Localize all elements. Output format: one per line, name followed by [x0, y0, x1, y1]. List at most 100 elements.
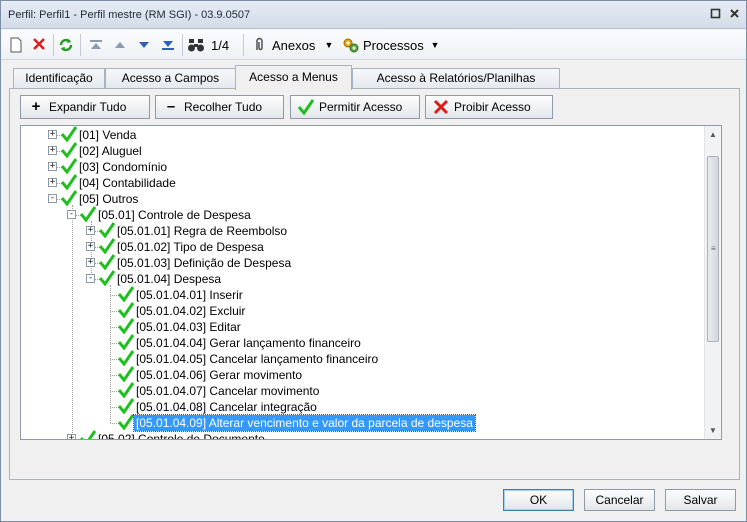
tree-node-label: [05.01.04.07] Cancelar movimento [136, 384, 320, 398]
restore-icon[interactable] [709, 8, 722, 21]
scroll-up-arrow-icon[interactable]: ▲ [705, 126, 721, 143]
last-record-icon[interactable] [160, 37, 176, 53]
deny-access-button[interactable]: Proibir Acesso [425, 95, 553, 119]
tree-node-label: [05.01.02] Tipo de Despesa [117, 240, 264, 254]
expand-toggle-icon[interactable]: + [48, 178, 57, 187]
tree-node[interactable]: + [01] Venda [21, 126, 703, 143]
tab-identificacao[interactable]: Identificação [13, 68, 105, 89]
checkmark-icon[interactable] [98, 238, 116, 255]
checkmark-icon[interactable] [117, 318, 135, 335]
save-button[interactable]: Salvar [665, 489, 736, 511]
checkmark-icon[interactable] [98, 270, 116, 287]
tab-acesso-campos[interactable]: Acesso a Campos [105, 68, 236, 89]
title-bar: Perfil: Perfil1 - Perfil mestre (RM SGI)… [1, 1, 746, 29]
expand-toggle-icon[interactable]: + [48, 146, 57, 155]
tree-node[interactable]: [05.01.04.09] Alterar vencimento e valor… [21, 414, 703, 432]
tree-node[interactable]: + [05.01.03] Definição de Despesa [21, 254, 703, 271]
tree-node[interactable]: + [03] Condomínio [21, 158, 703, 175]
checkmark-icon[interactable] [117, 382, 135, 399]
new-record-icon[interactable] [8, 37, 24, 53]
expand-toggle-icon[interactable]: + [86, 242, 95, 251]
tree-node[interactable]: [05.01.04.01] Inserir [21, 286, 703, 303]
scroll-down-arrow-icon[interactable]: ▼ [705, 422, 721, 439]
toolbar: 1/4 Anexos ▼ Processos ▼ [1, 30, 746, 60]
checkmark-icon[interactable] [79, 430, 97, 439]
tab-acesso-relatorios[interactable]: Acesso à Relatórios/Planilhas [352, 68, 560, 89]
ok-button[interactable]: OK [503, 489, 574, 511]
binoculars-icon[interactable] [187, 37, 204, 53]
vertical-scrollbar[interactable]: ▲ ≡ ▼ [704, 126, 721, 439]
tree-node[interactable]: [05.01.04.02] Excluir [21, 302, 703, 319]
menu-access-tree[interactable]: + [01] Venda + [02] Aluguel + [03] Condomínio… [20, 125, 722, 440]
cancel-button[interactable]: Cancelar [584, 489, 655, 511]
checkmark-icon[interactable] [117, 350, 135, 367]
checkmark-icon[interactable] [79, 206, 97, 223]
tree-node-label: [05.01.04.02] Excluir [136, 304, 246, 318]
tab-acesso-menus[interactable]: Acesso a Menus [235, 65, 352, 90]
tree-node-label: [05.02] Controle de Documento [98, 432, 265, 440]
checkmark-icon[interactable] [117, 302, 135, 319]
tree-node[interactable]: [05.01.04.08] Cancelar integração [21, 398, 703, 415]
checkmark-icon[interactable] [117, 334, 135, 351]
toolbar-separator [182, 34, 183, 56]
tree-node-label: [01] Venda [79, 128, 137, 142]
checkmark-icon[interactable] [98, 254, 116, 271]
tree-node[interactable]: + [02] Aluguel [21, 142, 703, 159]
tree-node-label: [02] Aluguel [79, 144, 142, 158]
checkmark-icon[interactable] [117, 398, 135, 415]
red-x-icon [432, 96, 450, 122]
tree-node[interactable]: - [05.01.04] Despesa [21, 270, 703, 287]
tree-node[interactable]: [05.01.04.04] Gerar lançamento financeir… [21, 334, 703, 351]
tree-node[interactable]: + [05.01.02] Tipo de Despesa [21, 238, 703, 255]
tree-node[interactable]: + [05.01.01] Regra de Reembolso [21, 222, 703, 239]
tree-node[interactable]: + [05.02] Controle de Documento [21, 430, 703, 440]
expand-toggle-icon[interactable]: + [48, 130, 57, 139]
processos-icon [342, 37, 359, 53]
tree-node[interactable]: + [04] Contabilidade [21, 174, 703, 191]
chevron-down-icon[interactable]: ▼ [427, 37, 443, 53]
collapse-toggle-icon[interactable]: - [48, 194, 57, 203]
collapse-all-button[interactable]: – Recolher Tudo [155, 95, 284, 119]
delete-icon[interactable] [31, 37, 47, 53]
expand-all-button[interactable]: + Expandir Tudo [20, 95, 150, 119]
chevron-down-icon[interactable]: ▼ [321, 37, 337, 53]
checkmark-icon[interactable] [117, 414, 135, 431]
refresh-icon[interactable] [58, 37, 74, 53]
tree-node[interactable]: [05.01.04.03] Editar [21, 318, 703, 335]
tree-node[interactable]: - [05.01] Controle de Despesa [21, 206, 703, 223]
collapse-toggle-icon[interactable]: - [67, 210, 76, 219]
checkmark-icon[interactable] [60, 142, 78, 159]
expand-toggle-icon[interactable]: + [86, 226, 95, 235]
tree-node[interactable]: [05.01.04.07] Cancelar movimento [21, 382, 703, 399]
tree-node[interactable]: [05.01.04.05] Cancelar lançamento financ… [21, 350, 703, 367]
checkmark-icon[interactable] [60, 126, 78, 143]
close-icon[interactable] [728, 8, 741, 21]
expand-toggle-icon[interactable]: + [86, 258, 95, 267]
record-counter: 1/4 [211, 38, 230, 53]
tree-node-label: [05.01.04.05] Cancelar lançamento financ… [136, 352, 379, 366]
tree-node-label: [04] Contabilidade [79, 176, 176, 190]
checkmark-icon[interactable] [117, 366, 135, 383]
anexos-menu-button[interactable]: Anexos [272, 38, 315, 53]
checkmark-icon[interactable] [60, 190, 78, 207]
tree-node-label: [05] Outros [79, 192, 139, 206]
checkmark-icon[interactable] [60, 174, 78, 191]
checkmark-icon[interactable] [117, 286, 135, 303]
tree-node[interactable]: - [05] Outros [21, 190, 703, 207]
scroll-thumb[interactable]: ≡ [707, 156, 719, 342]
allow-access-button[interactable]: Permitir Acesso [290, 95, 420, 119]
paperclip-icon [252, 37, 268, 53]
first-record-icon[interactable] [88, 37, 104, 53]
toolbar-separator [80, 34, 81, 56]
collapse-toggle-icon[interactable]: - [86, 274, 95, 283]
tree-node[interactable]: [05.01.04.06] Gerar movimento [21, 366, 703, 383]
checkmark-icon[interactable] [60, 158, 78, 175]
processos-menu-button[interactable]: Processos [363, 38, 424, 53]
expand-toggle-icon[interactable]: + [67, 434, 76, 439]
checkmark-icon [297, 96, 315, 123]
expand-toggle-icon[interactable]: + [48, 162, 57, 171]
tree-node-label: [05.01.04.01] Inserir [136, 288, 243, 302]
checkmark-icon[interactable] [98, 222, 116, 239]
next-record-icon[interactable] [136, 37, 152, 53]
previous-record-icon[interactable] [112, 37, 128, 53]
